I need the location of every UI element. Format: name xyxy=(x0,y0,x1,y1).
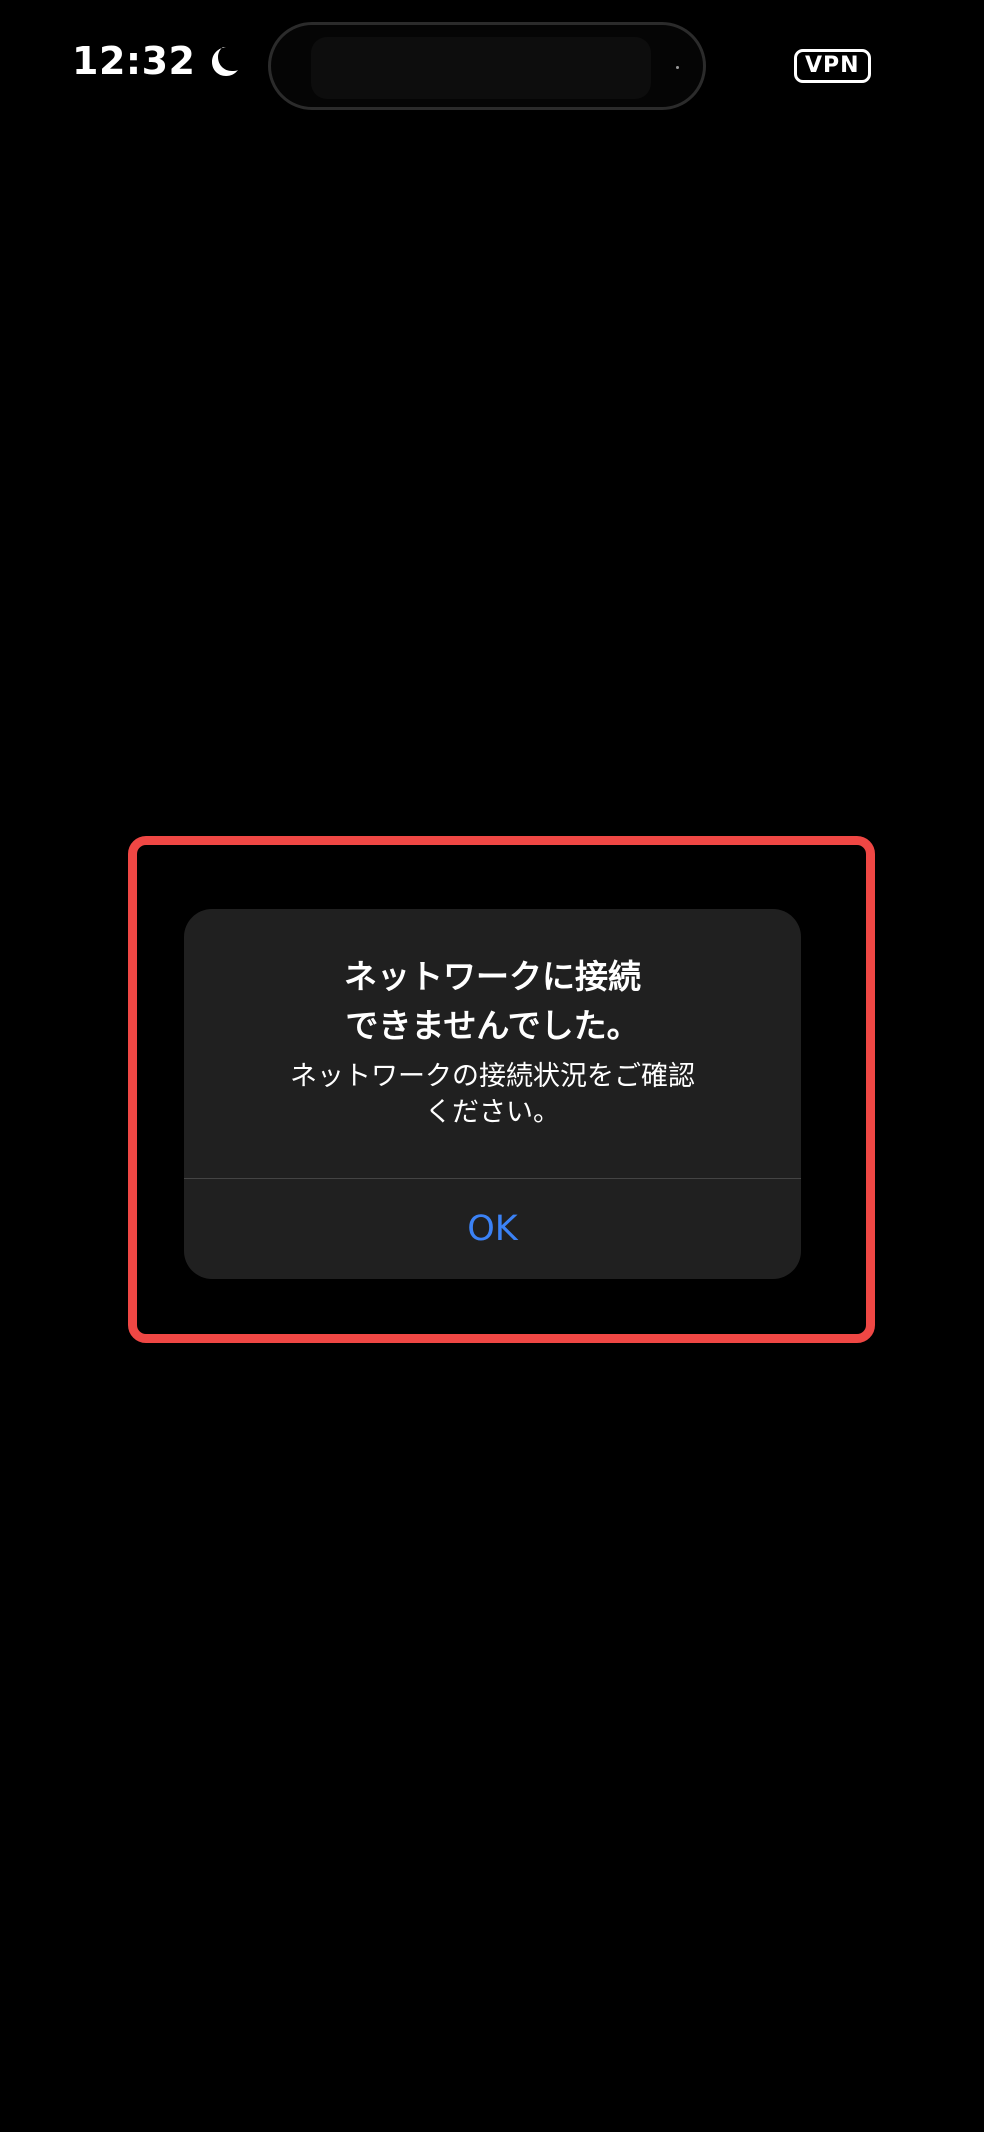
dynamic-island xyxy=(268,22,706,110)
clock-time: 12:32 xyxy=(72,39,196,83)
alert-content: ネットワークに接続 できませんでした。 ネットワークの接続状況をご確認 ください… xyxy=(184,909,801,1178)
dynamic-island-content xyxy=(311,37,651,99)
status-bar: 12:32 VPN xyxy=(0,0,984,130)
ok-button[interactable]: OK xyxy=(184,1179,801,1279)
alert-title: ネットワークに接続 できませんでした。 xyxy=(344,957,641,1045)
network-error-alert: ネットワークに接続 できませんでした。 ネットワークの接続状況をご確認 ください… xyxy=(184,909,801,1279)
alert-message: ネットワークの接続状況をご確認 ください。 xyxy=(290,1061,695,1128)
status-left-group: 12:32 xyxy=(72,42,239,80)
vpn-badge: VPN xyxy=(794,49,871,83)
moon-icon xyxy=(205,44,239,78)
camera-dot xyxy=(676,66,679,69)
